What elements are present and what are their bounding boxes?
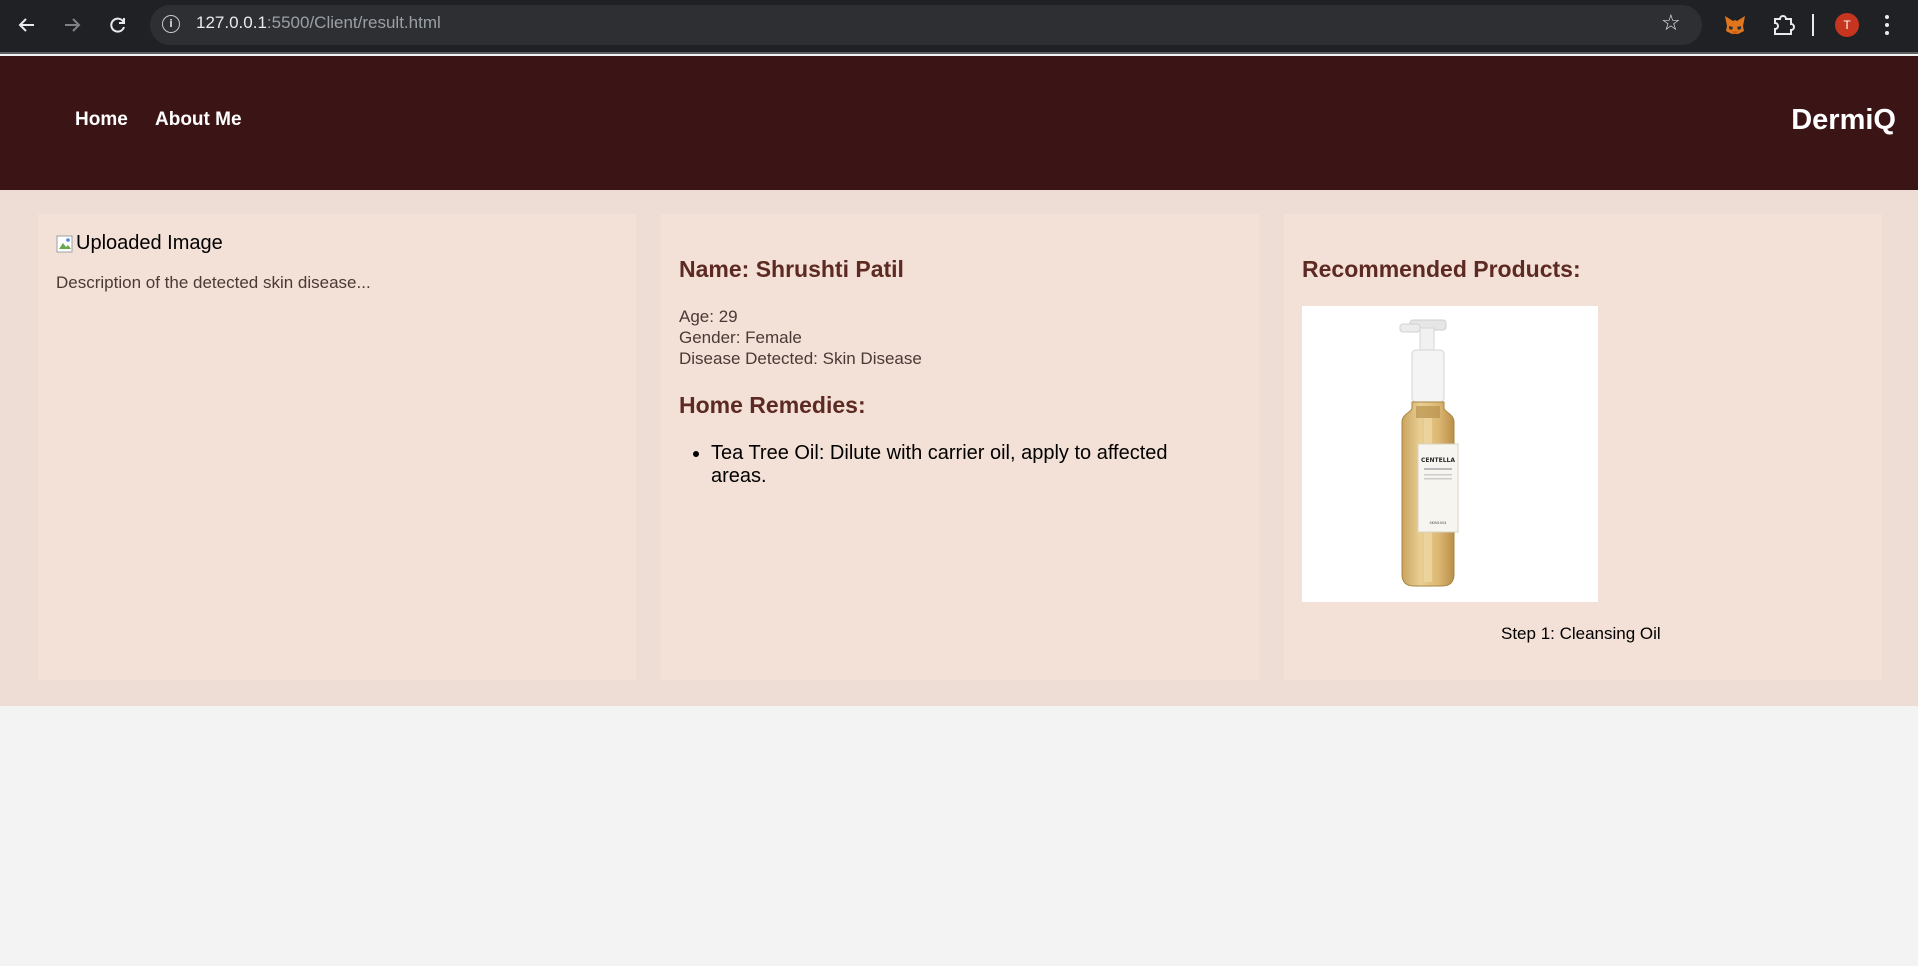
product-caption: Step 1: Cleansing Oil bbox=[1501, 624, 1661, 643]
site-header: Home About Me DermiQ bbox=[0, 56, 1918, 190]
back-arrow-icon bbox=[18, 18, 34, 32]
home-remedies-heading: Home Remedies: bbox=[679, 392, 866, 418]
browser-toolbar: i 127.0.0.1:5500/Client/result.html ☆ T bbox=[0, 0, 1918, 54]
forward-arrow-icon bbox=[65, 18, 81, 32]
patient-gender: Gender: Female bbox=[679, 328, 802, 347]
nav-home-link[interactable]: Home bbox=[75, 109, 128, 131]
uploaded-image-card: Uploaded Image Description of the detect… bbox=[38, 214, 636, 680]
toolbar-divider bbox=[1812, 14, 1814, 36]
product-label-brand: CENTELLA bbox=[1421, 457, 1455, 464]
profile-avatar[interactable]: T bbox=[1835, 13, 1859, 37]
uploaded-image: Uploaded Image bbox=[56, 232, 223, 255]
broken-image-icon bbox=[56, 235, 73, 252]
remedies-list: Tea Tree Oil: Dilute with carrier oil, a… bbox=[711, 442, 1191, 488]
recommended-products-card: Recommended Products: CENTELLA SKIN1004 … bbox=[1284, 214, 1882, 680]
nav-about-link[interactable]: About Me bbox=[155, 109, 242, 131]
patient-details: Age: 29 Gender: Female Disease Detected:… bbox=[679, 306, 922, 369]
forward-button[interactable] bbox=[58, 11, 86, 39]
patient-age: Age: 29 bbox=[679, 307, 738, 326]
disease-description: Description of the detected skin disease… bbox=[56, 273, 371, 292]
metamask-extension-icon[interactable] bbox=[1723, 13, 1747, 37]
browser-menu-icon[interactable] bbox=[1884, 13, 1890, 37]
bookmark-star-icon[interactable]: ☆ bbox=[1661, 11, 1681, 36]
cleansing-oil-bottle-image: CENTELLA SKIN1004 bbox=[1399, 319, 1459, 587]
reload-button[interactable] bbox=[104, 11, 132, 39]
product-label-maker: SKIN1004 bbox=[1429, 521, 1447, 525]
back-button[interactable] bbox=[13, 11, 41, 39]
recommended-products-heading: Recommended Products: bbox=[1302, 256, 1581, 282]
disease-detected: Disease Detected: Skin Disease bbox=[679, 349, 922, 368]
remedy-item: Tea Tree Oil: Dilute with carrier oil, a… bbox=[711, 442, 1191, 488]
url-text[interactable]: 127.0.0.1:5500/Client/result.html bbox=[196, 13, 441, 33]
product-image: CENTELLA SKIN1004 bbox=[1302, 306, 1598, 602]
patient-name-heading: Name: Shrushti Patil bbox=[679, 256, 904, 282]
result-section: Uploaded Image Description of the detect… bbox=[0, 190, 1918, 706]
brand-logo-text[interactable]: DermiQ bbox=[1791, 104, 1896, 137]
extensions-puzzle-icon[interactable] bbox=[1770, 11, 1796, 37]
uploaded-image-alt-text: Uploaded Image bbox=[76, 232, 223, 254]
site-info-icon[interactable]: i bbox=[162, 15, 180, 33]
patient-info-card: Name: Shrushti Patil Age: 29 Gender: Fem… bbox=[661, 214, 1259, 680]
reload-icon bbox=[110, 17, 125, 33]
